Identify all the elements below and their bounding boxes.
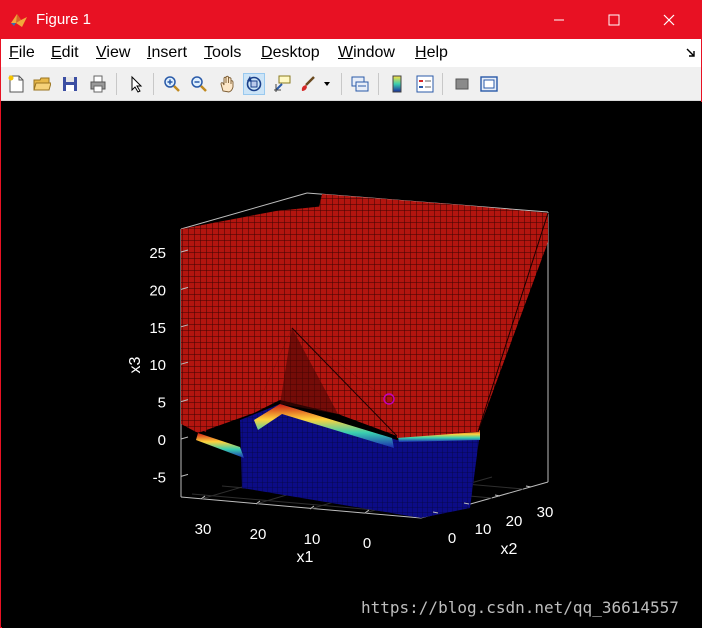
edit-plot-button[interactable]: [125, 73, 147, 95]
zoom-in-icon: [164, 76, 180, 92]
x-tick-label: 10: [304, 531, 321, 548]
rotate-3d-icon: [246, 76, 262, 92]
z-tick-label: 20: [149, 282, 166, 299]
y-tick-label: 20: [506, 513, 523, 530]
pan-button[interactable]: [216, 73, 238, 95]
y-tick-label: 10: [475, 521, 492, 538]
y-tick-label: 30: [537, 504, 554, 521]
link-plot-icon: [351, 76, 369, 92]
z-tick-label: -5: [153, 469, 166, 486]
dock-arrow-icon[interactable]: [685, 47, 697, 59]
menu-bar: File Edit View Insert Tools Desktop Wind…: [1, 39, 701, 67]
y-tick-mark: [525, 485, 532, 488]
new-figure-icon: [8, 75, 24, 93]
open-file-button[interactable]: [31, 73, 53, 95]
brush-button[interactable]: [297, 73, 319, 95]
menu-view[interactable]: View: [96, 44, 130, 62]
menu-file[interactable]: File: [9, 44, 35, 62]
pan-hand-icon: [220, 75, 234, 93]
print-button[interactable]: [87, 73, 109, 95]
toolbar-separator: [378, 73, 379, 95]
menu-edit[interactable]: Edit: [51, 44, 79, 62]
open-file-icon: [33, 77, 51, 91]
toolbar-separator: [153, 73, 154, 95]
new-figure-button[interactable]: [5, 73, 27, 95]
show-plot-tools-icon: [480, 76, 498, 92]
zoom-in-button[interactable]: [161, 73, 183, 95]
link-plot-button[interactable]: [349, 73, 371, 95]
menu-window[interactable]: Window: [338, 44, 395, 62]
brush-dropdown-icon: [324, 82, 330, 86]
zoom-out-button[interactable]: [188, 73, 210, 95]
toolbar-separator: [116, 73, 117, 95]
print-icon: [90, 75, 106, 93]
z-tick-label: 10: [149, 357, 166, 374]
menu-insert[interactable]: Insert: [147, 44, 187, 62]
x-tick-label: 30: [195, 521, 212, 538]
plot-area[interactable]: 25 20 15 10 5 0 -5 30 20 10 0 0 10 20 30 x3 x1 x2: [2, 102, 702, 628]
save-icon: [63, 77, 77, 91]
z-tick-label: 15: [149, 320, 166, 337]
matlab-icon: [11, 14, 27, 27]
figure-toolbar: [1, 67, 701, 101]
z-tick-label: 5: [158, 395, 166, 412]
toolbar-separator: [341, 73, 342, 95]
insert-colorbar-icon: [392, 75, 402, 93]
watermark-text: https://blog.csdn.net/qq_36614557: [361, 598, 679, 617]
close-button[interactable]: [641, 1, 696, 39]
z-tick-label: 25: [149, 245, 166, 262]
insert-legend-icon: [416, 75, 434, 93]
hide-plot-tools-icon: [455, 78, 469, 90]
insert-colorbar-button[interactable]: [386, 73, 408, 95]
menu-tools[interactable]: Tools: [204, 44, 241, 62]
surface-plot[interactable]: 25 20 15 10 5 0 -5 30 20 10 0 0 10 20 30 x3 x1 x2: [2, 102, 702, 628]
x-tick-label: 0: [363, 535, 371, 552]
y-tick-mark: [494, 494, 501, 497]
figure-window: Figure 1 File Edit View Insert Tools Des…: [0, 0, 702, 628]
maximize-icon: [608, 14, 619, 26]
zoom-out-icon: [191, 76, 207, 92]
menu-desktop[interactable]: Desktop: [261, 44, 320, 62]
y-axis-label: x2: [501, 541, 518, 558]
x-axis-label: x1: [297, 549, 314, 566]
toolbar-separator: [442, 73, 443, 95]
z-tick-mark: [180, 436, 189, 440]
data-cursor-button[interactable]: [271, 73, 293, 95]
title-bar[interactable]: Figure 1: [1, 1, 701, 39]
rotate-3d-button[interactable]: [243, 73, 265, 95]
data-cursor-icon: [274, 75, 291, 92]
z-tick-label: 0: [158, 432, 166, 449]
minimize-button[interactable]: [531, 1, 586, 39]
edit-plot-arrow-icon: [131, 75, 143, 93]
brush-icon: [301, 76, 315, 91]
show-plot-tools-button[interactable]: [478, 73, 500, 95]
brush-dropdown-button[interactable]: [321, 73, 333, 95]
save-button[interactable]: [59, 73, 81, 95]
x-tick-label: 20: [250, 526, 267, 543]
y-tick-label: 0: [448, 530, 456, 547]
window-title: Figure 1: [36, 11, 92, 28]
maximize-button[interactable]: [586, 1, 641, 39]
close-icon: [663, 14, 674, 26]
surface-high-region: [181, 194, 549, 438]
minimize-icon: [553, 19, 564, 21]
z-axis-label: x3: [127, 356, 144, 373]
z-tick-mark: [180, 473, 189, 477]
menu-help[interactable]: Help: [415, 44, 448, 62]
insert-legend-button[interactable]: [414, 73, 436, 95]
hide-plot-tools-button[interactable]: [451, 73, 473, 95]
